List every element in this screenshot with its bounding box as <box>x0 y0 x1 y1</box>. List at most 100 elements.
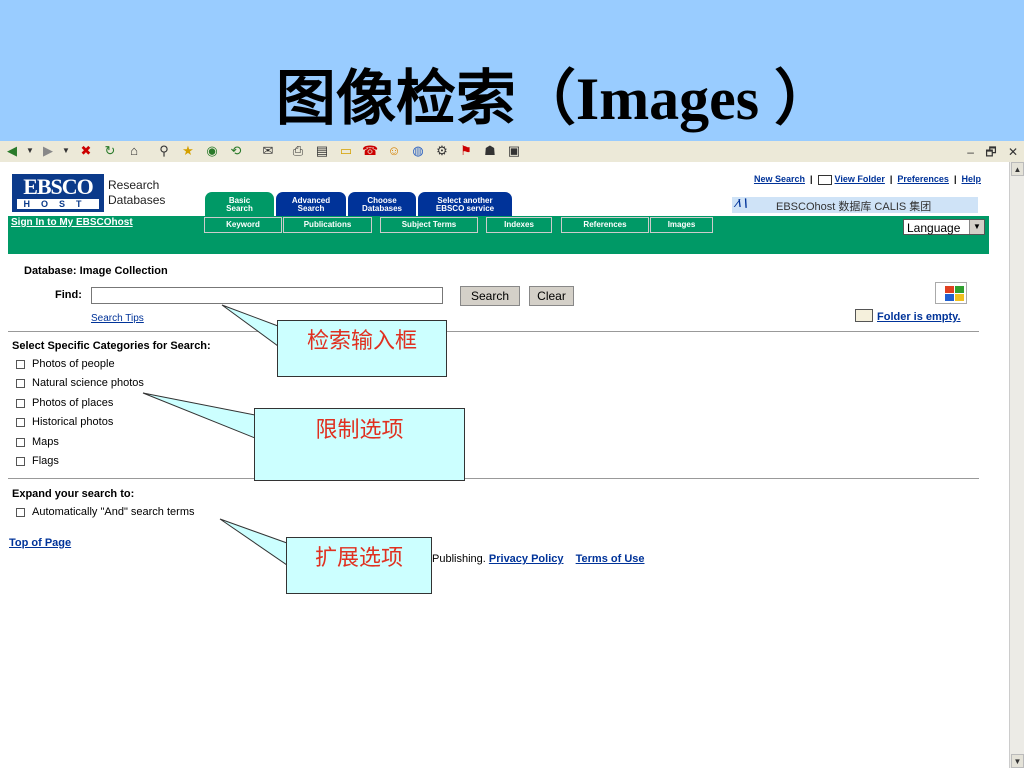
separator: | <box>953 174 957 184</box>
database-value: Image Collection <box>79 265 168 277</box>
vertical-scrollbar[interactable]: ▲ ▼ <box>1009 162 1024 768</box>
logo-wordmark: EBSCO <box>23 174 94 199</box>
database-label-text: Database: <box>24 265 77 277</box>
checkbox-photos-of-places[interactable] <box>16 399 25 408</box>
mail-icon[interactable]: ✉ <box>260 143 276 159</box>
close-icon[interactable]: ✕ <box>1008 145 1018 159</box>
dropdown-icon[interactable]: ▼ <box>22 143 38 159</box>
slide-title: 图像检索（Images ） <box>275 66 835 132</box>
checkbox-photos-of-people[interactable] <box>16 360 25 369</box>
tab-select-ebsco-service[interactable]: Select another EBSCO service <box>418 192 512 216</box>
minimize-icon[interactable]: – <box>967 145 974 159</box>
print-icon[interactable]: ⎙ <box>290 143 306 159</box>
green-nav-bar: Sign In to My EBSCOhost Keyword Publicat… <box>8 216 989 254</box>
top-links: New Search | View Folder | Preferences | Help <box>754 174 981 185</box>
penguin-icon[interactable]: ☗ <box>482 143 498 159</box>
category-label: Photos of people <box>32 358 115 370</box>
preferences-link[interactable]: Preferences <box>897 174 949 184</box>
tab-advanced-search[interactable]: Advanced Search <box>276 192 346 216</box>
publishing-text: Publishing. <box>432 553 486 565</box>
tab-basic-search[interactable]: Basic Search <box>205 192 274 216</box>
favorites-icon[interactable]: ★ <box>180 143 196 159</box>
logo-tagline-line1: Research <box>108 178 160 192</box>
stop-icon[interactable]: ✖ <box>78 143 94 159</box>
checkbox-maps[interactable] <box>16 438 25 447</box>
subtab-images[interactable]: Images <box>650 217 713 233</box>
checkbox-natural-science[interactable] <box>16 379 25 388</box>
checkbox-auto-and[interactable] <box>16 508 25 517</box>
logo-subwordmark: HOST <box>17 199 99 209</box>
divider <box>8 478 979 479</box>
logo-tagline-line2: Databases <box>108 193 166 207</box>
tool-icon[interactable]: ⚙ <box>434 143 450 159</box>
checkbox-historical-photos[interactable] <box>16 418 25 427</box>
calis-banner: ∕\∖ EBSCOhost 数据库 CALIS 集团 <box>732 197 978 213</box>
tool-icon[interactable]: ⚑ <box>458 143 474 159</box>
callout-limit-options: 限制选项 <box>254 408 465 481</box>
categories-heading: Select Specific Categories for Search: <box>12 340 211 352</box>
database-label: Database: Image Collection <box>24 265 168 277</box>
language-select[interactable]: Language ▼ <box>903 219 985 235</box>
clear-button[interactable]: Clear <box>529 286 574 306</box>
home-icon[interactable]: ⌂ <box>126 143 142 159</box>
terms-of-use-link[interactable]: Terms of Use <box>576 553 645 565</box>
window-controls: – 🗗 ✕ <box>959 143 1018 164</box>
top-of-page-link[interactable]: Top of Page <box>9 537 71 549</box>
language-label: Language <box>907 221 961 235</box>
book-icon[interactable]: ▣ <box>506 143 522 159</box>
refresh-icon[interactable]: ↻ <box>102 143 118 159</box>
privacy-policy-link[interactable]: Privacy Policy <box>489 553 564 565</box>
world-icon[interactable]: ◍ <box>410 143 426 159</box>
help-link[interactable]: Help <box>961 174 981 184</box>
scroll-up-icon[interactable]: ▲ <box>1011 162 1024 176</box>
media-icon[interactable]: ◉ <box>204 143 220 159</box>
slide-title-bar: 图像检索（Images ） <box>0 0 1024 141</box>
subtab-publications[interactable]: Publications <box>283 217 372 233</box>
sign-in-link[interactable]: Sign In to My EBSCOhost <box>11 217 133 228</box>
tab-choose-databases[interactable]: Choose Databases <box>348 192 416 216</box>
expand-heading: Expand your search to: <box>12 488 135 500</box>
callout-pointer <box>221 304 279 347</box>
new-search-link[interactable]: New Search <box>754 174 805 184</box>
calis-logo-icon: ∕\∖ <box>736 198 748 210</box>
callout-expand-options: 扩展选项 <box>286 537 432 594</box>
checkbox-flags[interactable] <box>16 457 25 466</box>
view-folder-link[interactable]: View Folder <box>835 174 885 184</box>
history-icon[interactable]: ⟲ <box>228 143 244 159</box>
calis-text: EBSCOhost 数据库 CALIS 集团 <box>776 201 932 213</box>
subtab-references[interactable]: References <box>561 217 649 233</box>
category-label: Photos of places <box>32 397 114 409</box>
browser-toolbar: ◀ ▼ ▶ ▼ ✖ ↻ ⌂ ⚲ ★ ◉ ⟲ ✉ ⎙ ▤ ▭ ☎ ☺ ◍ ⚙ ⚑ … <box>0 141 1024 304</box>
search-icon[interactable]: ⚲ <box>156 143 172 159</box>
restore-icon[interactable]: 🗗 <box>985 145 996 159</box>
callout-pointer <box>219 518 288 566</box>
messenger-icon[interactable]: ☎ <box>362 143 378 159</box>
search-button[interactable]: Search <box>460 286 520 306</box>
folder-status-link[interactable]: Folder is empty. <box>877 311 961 323</box>
footer-text: Publishing. Privacy Policy Terms of Use <box>432 553 645 565</box>
divider <box>8 331 979 332</box>
ebsco-logo[interactable]: EBSCO HOST <box>12 174 104 212</box>
tab-label: Search <box>297 204 325 213</box>
separator: | <box>809 174 813 184</box>
search-input[interactable] <box>91 287 443 304</box>
subtab-subject-terms[interactable]: Subject Terms <box>380 217 478 233</box>
edit-icon[interactable]: ▤ <box>314 143 330 159</box>
subtab-keyword[interactable]: Keyword <box>204 217 282 233</box>
dropdown-icon[interactable]: ▼ <box>58 143 74 159</box>
smiley-icon[interactable]: ☺ <box>386 143 402 159</box>
back-icon[interactable]: ◀ <box>4 143 20 159</box>
chevron-down-icon[interactable]: ▼ <box>969 220 984 234</box>
separator: | <box>889 174 893 184</box>
find-label: Find: <box>55 289 82 301</box>
category-label: Maps <box>32 436 59 448</box>
folder-icon <box>855 309 873 322</box>
subtab-indexes[interactable]: Indexes <box>486 217 552 233</box>
category-label: Natural science photos <box>32 377 144 389</box>
search-tips-link[interactable]: Search Tips <box>91 313 144 324</box>
tab-label: EBSCO service <box>435 204 495 213</box>
forward-icon[interactable]: ▶ <box>40 143 56 159</box>
windows-logo-icon <box>935 282 967 304</box>
scroll-down-icon[interactable]: ▼ <box>1011 754 1024 768</box>
discuss-icon[interactable]: ▭ <box>338 143 354 159</box>
